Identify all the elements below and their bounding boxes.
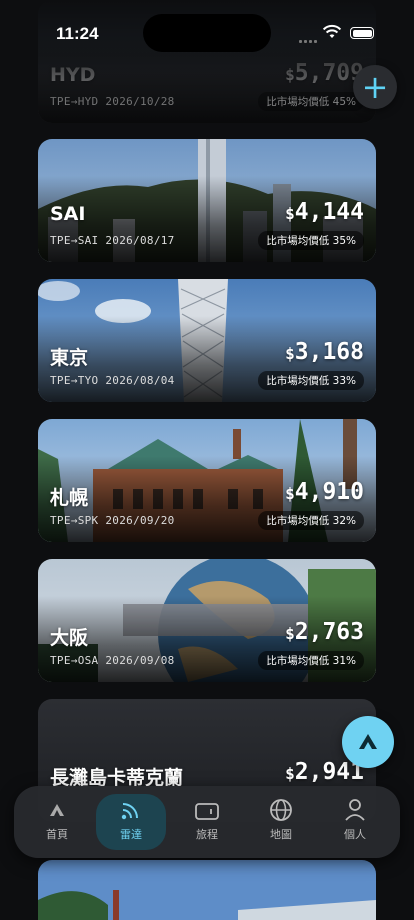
wifi-icon xyxy=(322,24,342,38)
card-city: 大阪 xyxy=(50,627,89,649)
card-city: 札幌 xyxy=(50,487,89,509)
tab-label: 地圖 xyxy=(270,828,292,841)
card-city: HYD xyxy=(50,64,96,86)
person-icon xyxy=(345,799,365,821)
tab-label: 個人 xyxy=(344,828,366,841)
discount-badge: 比市場均價低 31% xyxy=(258,651,364,670)
tab-label: 首頁 xyxy=(46,828,68,841)
radar-fab-button[interactable] xyxy=(342,716,394,768)
card-route: TPE→SPK 2026/09/20 xyxy=(50,514,175,527)
radar-icon xyxy=(121,803,138,820)
home-icon xyxy=(50,804,64,816)
tab-label: 雷達 xyxy=(120,828,142,841)
card-city: SAI xyxy=(50,203,86,225)
discount-badge: 比市場均價低 33% xyxy=(258,371,364,390)
card-price: $3,168 xyxy=(285,339,364,365)
destination-card-sai[interactable]: SAI $4,144 TPE→SAI 2026/08/17 比市場均價低 35% xyxy=(38,139,376,262)
card-route: TPE→HYD 2026/10/28 xyxy=(50,95,175,108)
destination-card-tokyo[interactable]: 東京 $3,168 TPE→TYO 2026/08/04 比市場均價低 33% xyxy=(38,279,376,402)
card-price: $5,709 xyxy=(285,60,364,86)
tab-profile[interactable]: 個人 xyxy=(320,794,390,850)
discount-badge: 比市場均價低 35% xyxy=(258,231,364,250)
card-price: $2,763 xyxy=(285,619,364,645)
plane-icon xyxy=(359,734,377,749)
card-route: TPE→SAI 2026/08/17 xyxy=(50,234,175,247)
card-route: TPE→TYO 2026/08/04 xyxy=(50,374,175,387)
ticket-icon xyxy=(195,803,219,820)
plus-icon: + xyxy=(361,68,389,106)
next-card-peek xyxy=(38,860,376,920)
tab-bar: 首頁 雷達 旅程 地圖 個人 xyxy=(14,786,400,858)
globe-icon xyxy=(270,799,292,821)
signal-icon xyxy=(299,28,319,47)
tab-trips[interactable]: 旅程 xyxy=(172,794,242,850)
dynamic-island xyxy=(143,14,271,52)
tab-home[interactable]: 首頁 xyxy=(22,794,92,850)
tab-map[interactable]: 地圖 xyxy=(246,794,316,850)
add-button[interactable]: + xyxy=(353,65,397,109)
status-bar: 11:24 xyxy=(0,0,414,60)
card-city: 東京 xyxy=(50,347,89,369)
battery-icon xyxy=(350,27,374,39)
tab-radar[interactable]: 雷達 xyxy=(96,794,166,850)
destination-card-sapporo[interactable]: 札幌 $4,910 TPE→SPK 2026/09/20 比市場均價低 32% xyxy=(38,419,376,542)
card-price: $4,144 xyxy=(285,199,364,225)
discount-badge: 比市場均價低 45% xyxy=(258,92,364,111)
discount-badge: 比市場均價低 32% xyxy=(258,511,364,530)
tab-label: 旅程 xyxy=(196,828,218,841)
destination-card-osaka[interactable]: 大阪 $2,763 TPE→OSA 2026/09/08 比市場均價低 31% xyxy=(38,559,376,682)
status-time: 11:24 xyxy=(56,24,99,43)
card-price: $4,910 xyxy=(285,479,364,505)
card-route: TPE→OSA 2026/09/08 xyxy=(50,654,175,667)
